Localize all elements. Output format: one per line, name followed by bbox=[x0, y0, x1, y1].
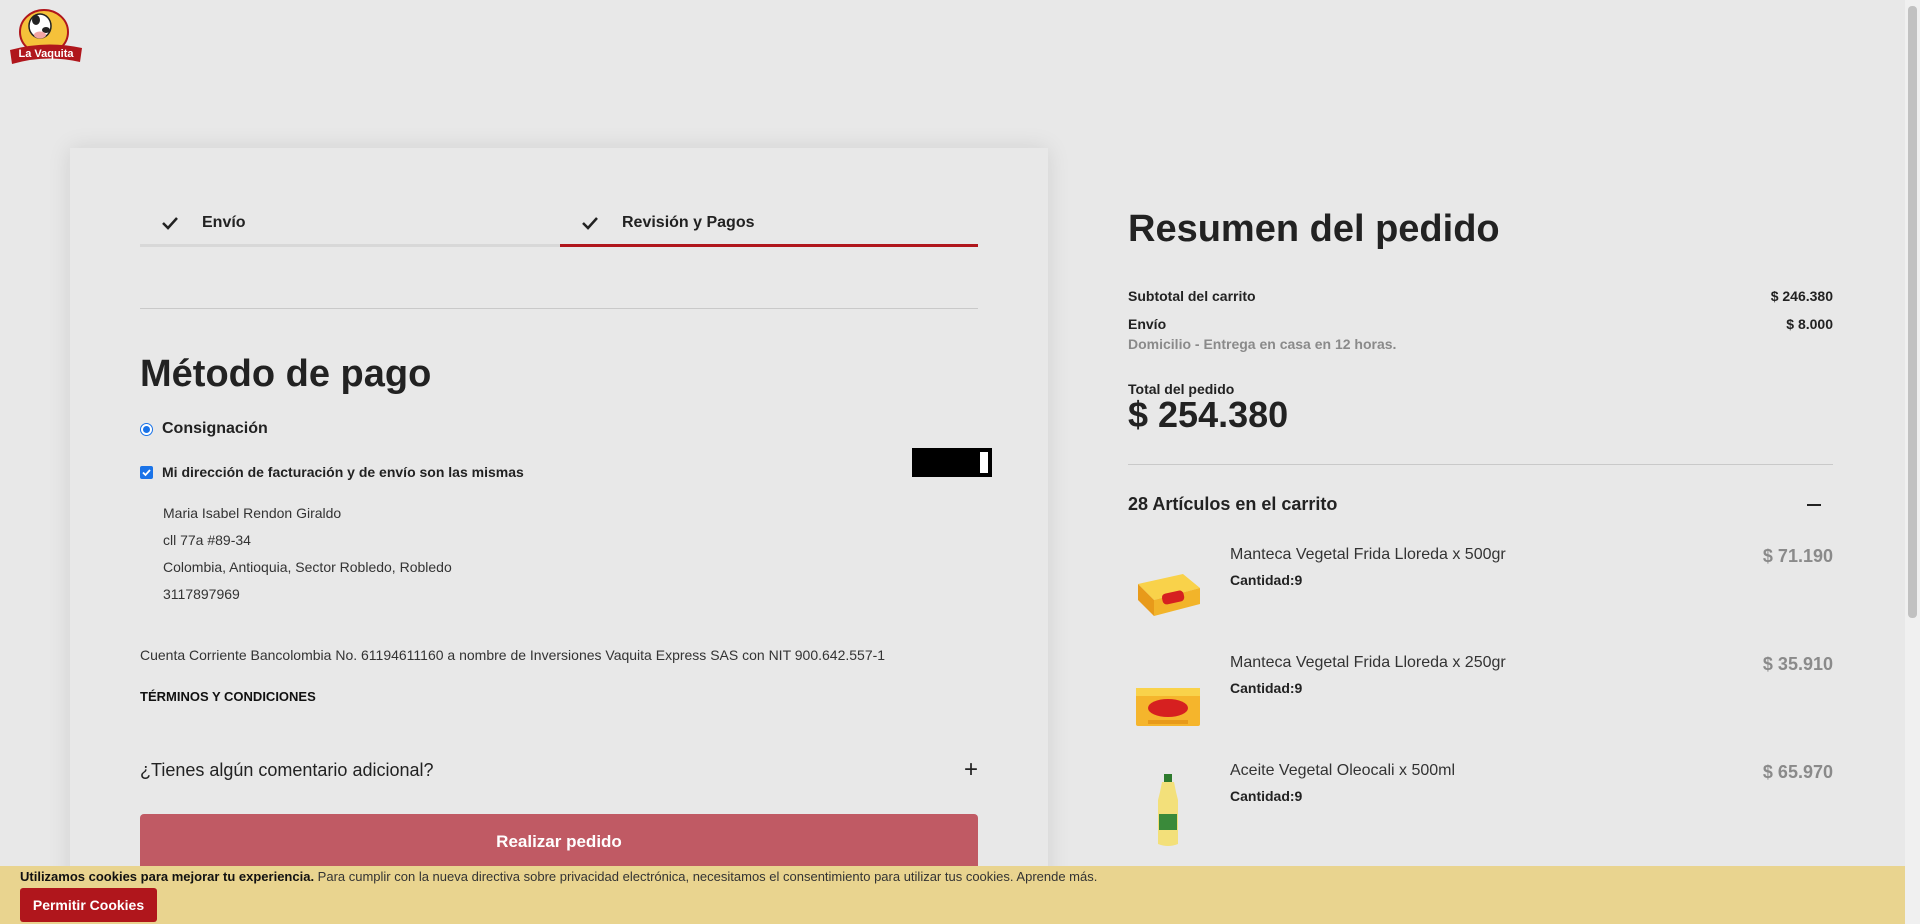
cookie-message-text: Para cumplir con la nueva directiva sobr… bbox=[314, 869, 1098, 884]
payment-option-consignacion[interactable]: Consignación bbox=[140, 420, 268, 438]
product-price: $ 65.970 bbox=[1762, 762, 1833, 782]
step-label: Revisión y Pagos bbox=[622, 214, 755, 231]
comment-label: ¿Tienes algún comentario adicional? bbox=[140, 760, 434, 780]
address-phone: 3117897969 bbox=[163, 586, 240, 602]
step-progress-inactive bbox=[140, 244, 560, 247]
cart-items-toggle[interactable]: 28 Artículos en el carrito bbox=[1128, 494, 1833, 515]
payment-method-title: Método de pago bbox=[140, 353, 432, 395]
minus-icon[interactable] bbox=[1807, 504, 1821, 506]
product-name[interactable]: Manteca Vegetal Frida Lloreda x 500gr bbox=[1230, 546, 1506, 564]
step-envio[interactable]: Envío bbox=[160, 210, 246, 236]
radio-selected[interactable] bbox=[140, 422, 153, 436]
address-name: Maria Isabel Rendon Giraldo bbox=[163, 505, 342, 521]
subtotal-row: Subtotal del carrito $ 246.380 bbox=[1128, 288, 1833, 304]
checkbox-checked[interactable] bbox=[140, 465, 153, 479]
shipping-value: $ 8.000 bbox=[1786, 316, 1833, 332]
plus-icon[interactable]: + bbox=[964, 756, 978, 784]
payment-option-label: Consignación bbox=[162, 420, 268, 437]
shipping-row: Envío $ 8.000 bbox=[1128, 316, 1833, 332]
address-region: Colombia, Antioquia, Sector Robledo, Rob… bbox=[163, 559, 452, 575]
checkout-steps: Envío Revisión y Pagos bbox=[140, 210, 978, 236]
page-scrollbar[interactable] bbox=[1905, 0, 1920, 924]
la-vaquita-logo[interactable]: La Vaquita bbox=[6, 6, 86, 72]
svg-text:La Vaquita: La Vaquita bbox=[18, 48, 74, 60]
product-name[interactable]: Aceite Vegetal Oleocali x 500ml bbox=[1230, 762, 1455, 780]
cookie-message-bold: Utilizamos cookies para mejorar tu exper… bbox=[20, 869, 315, 884]
cookie-message: Utilizamos cookies para mejorar tu exper… bbox=[20, 869, 1097, 884]
billing-address: Maria Isabel Rendon Giraldo cll 77a #89-… bbox=[163, 500, 452, 608]
checkmark-icon bbox=[162, 217, 178, 230]
cart-heading: 28 Artículos en el carrito bbox=[1128, 494, 1338, 514]
subtotal-label: Subtotal del carrito bbox=[1128, 288, 1256, 304]
product-price: $ 71.190 bbox=[1762, 546, 1833, 566]
address-street: cll 77a #89-34 bbox=[163, 532, 251, 548]
allow-cookies-button[interactable]: Permitir Cookies bbox=[20, 888, 157, 922]
black-widget[interactable] bbox=[912, 448, 992, 477]
place-order-button[interactable]: Realizar pedido bbox=[140, 814, 978, 870]
checkmark-icon bbox=[582, 217, 598, 230]
product-quantity: Cantidad:9 bbox=[1230, 788, 1303, 804]
cookie-banner: Utilizamos cookies para mejorar tu exper… bbox=[0, 866, 1905, 924]
checkout-panel: Envío Revisión y Pagos Método de pago Co… bbox=[70, 148, 1048, 924]
shipping-note: Domicilio - Entrega en casa en 12 horas. bbox=[1128, 336, 1397, 352]
additional-comment-toggle[interactable]: ¿Tienes algún comentario adicional? + bbox=[140, 756, 978, 783]
product-image bbox=[1136, 688, 1200, 726]
cart-item: Aceite Vegetal Oleocali x 500ml Cantidad… bbox=[1128, 762, 1833, 852]
check-icon bbox=[142, 468, 151, 476]
product-image bbox=[1158, 774, 1178, 846]
divider bbox=[1128, 464, 1833, 465]
product-quantity: Cantidad:9 bbox=[1230, 572, 1303, 588]
product-image bbox=[1138, 574, 1200, 616]
divider bbox=[140, 308, 978, 309]
toggle-knob bbox=[980, 452, 988, 473]
scrollbar-thumb[interactable] bbox=[1908, 6, 1917, 618]
same-address-checkbox-row[interactable]: Mi dirección de facturación y de envío s… bbox=[140, 464, 524, 480]
bank-account-info: Cuenta Corriente Bancolombia No. 6119461… bbox=[140, 647, 886, 663]
terms-link[interactable]: TÉRMINOS Y CONDICIONES bbox=[140, 689, 316, 704]
step-progress-active bbox=[560, 244, 978, 247]
summary-title: Resumen del pedido bbox=[1128, 208, 1500, 250]
cart-item: Manteca Vegetal Frida Lloreda x 250gr Ca… bbox=[1128, 654, 1833, 744]
step-label: Envío bbox=[202, 214, 246, 231]
cart-item: Manteca Vegetal Frida Lloreda x 500gr Ca… bbox=[1128, 546, 1833, 636]
product-name[interactable]: Manteca Vegetal Frida Lloreda x 250gr bbox=[1230, 654, 1506, 672]
step-revision-pagos[interactable]: Revisión y Pagos bbox=[580, 210, 755, 236]
same-address-label: Mi dirección de facturación y de envío s… bbox=[162, 464, 524, 480]
product-quantity: Cantidad:9 bbox=[1230, 680, 1303, 696]
product-price: $ 35.910 bbox=[1762, 654, 1833, 674]
subtotal-value: $ 246.380 bbox=[1770, 288, 1833, 304]
shipping-label: Envío bbox=[1128, 316, 1167, 332]
total-value: $ 254.380 bbox=[1128, 394, 1289, 435]
